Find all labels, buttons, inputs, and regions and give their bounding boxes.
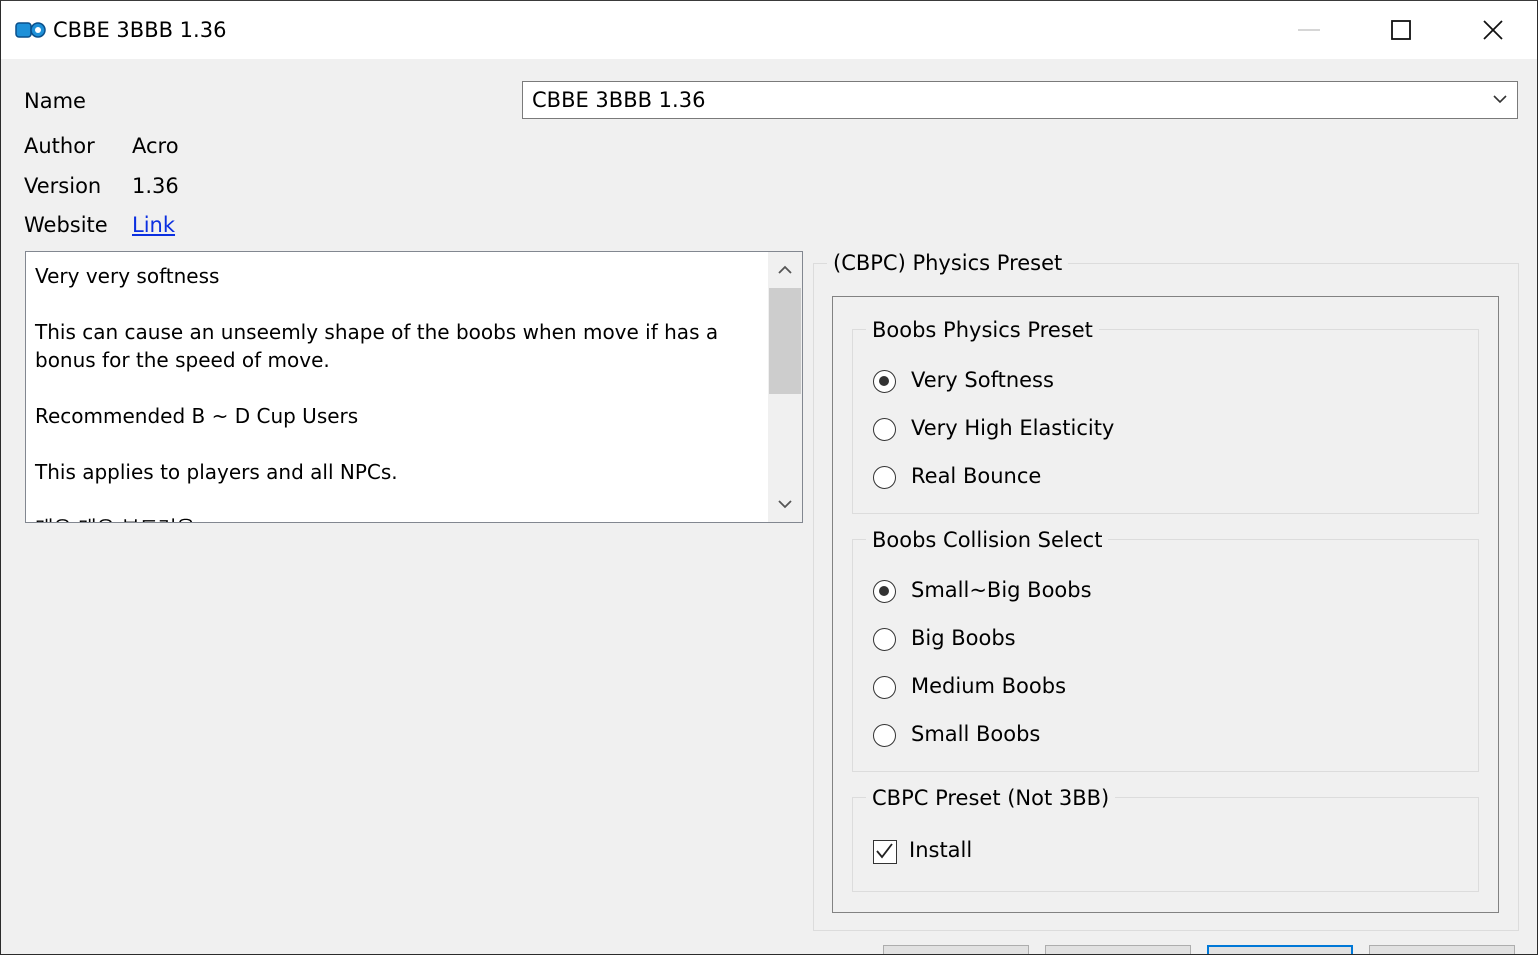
name-select[interactable]: CBBE 3BBB 1.36 — [522, 81, 1518, 119]
radio-very-high-elasticity[interactable]: Very High Elasticity — [873, 416, 1173, 448]
author-value: Acro — [132, 134, 179, 158]
radio-label: Small~Big Boobs — [911, 578, 1092, 602]
radio-label: Medium Boobs — [911, 674, 1067, 698]
boobs-collision-title: Boobs Collision Select — [866, 528, 1109, 552]
radio-button[interactable] — [873, 676, 896, 699]
radio-medium-boobs[interactable]: Medium Boobs — [873, 674, 1173, 706]
version-label: Version — [24, 174, 102, 198]
close-button[interactable] — [1447, 1, 1537, 59]
radio-label: Small Boobs — [911, 722, 1041, 746]
version-value: 1.36 — [132, 174, 179, 198]
scroll-thumb[interactable] — [769, 288, 801, 394]
radio-button[interactable] — [873, 466, 896, 489]
description-scrollbar[interactable] — [768, 252, 802, 522]
installer-window: CBBE 3BBB 1.36 Name CBBE 3BBB 1.36 Autho… — [0, 0, 1538, 955]
radio-small-boobs[interactable]: Small Boobs — [873, 722, 1173, 754]
title-bar[interactable]: CBBE 3BBB 1.36 — [1, 1, 1537, 59]
chevron-down-icon — [1493, 95, 1507, 104]
window-title: CBBE 3BBB 1.36 — [53, 18, 227, 42]
radio-label: Very High Elasticity — [911, 416, 1115, 440]
scroll-down-button[interactable] — [768, 488, 802, 522]
maximize-icon — [1391, 20, 1411, 40]
radio-label: Real Bounce — [911, 464, 1042, 488]
maximize-button[interactable] — [1355, 1, 1447, 59]
name-select-value: CBBE 3BBB 1.36 — [532, 88, 706, 112]
author-label: Author — [24, 134, 95, 158]
description-textbox[interactable]: Very very softness This can cause an uns… — [25, 251, 803, 523]
install-checkbox-row[interactable]: Install — [873, 838, 1073, 870]
minimize-icon — [1298, 29, 1320, 31]
physics-preset-title: (CBPC) Physics Preset — [827, 251, 1069, 275]
install-checkbox[interactable] — [873, 840, 897, 864]
scroll-up-button[interactable] — [768, 252, 802, 286]
radio-big-boobs[interactable]: Big Boobs — [873, 626, 1173, 658]
radio-button[interactable] — [873, 628, 896, 651]
radio-very-softness[interactable]: Very Softness — [873, 368, 1173, 400]
radio-button[interactable] — [873, 724, 896, 747]
website-link[interactable]: Link — [132, 213, 175, 237]
boobs-physics-title: Boobs Physics Preset — [866, 318, 1099, 342]
chevron-up-icon — [778, 265, 792, 274]
close-icon — [1483, 20, 1503, 40]
radio-button-selected[interactable] — [873, 370, 896, 393]
description-text: Very very softness This can cause an uns… — [35, 264, 719, 522]
radio-real-bounce[interactable]: Real Bounce — [873, 464, 1173, 496]
cbpc-preset-title: CBPC Preset (Not 3BB) — [866, 786, 1116, 810]
radio-button-selected[interactable] — [873, 580, 896, 603]
radio-label: Very Softness — [911, 368, 1054, 392]
name-label: Name — [24, 89, 86, 113]
website-label: Website — [24, 213, 108, 237]
install-label: Install — [909, 838, 973, 862]
checkmark-icon — [876, 843, 893, 859]
radio-label: Big Boobs — [911, 626, 1016, 650]
radio-button[interactable] — [873, 418, 896, 441]
minimize-button[interactable] — [1263, 1, 1355, 59]
mod-organizer-icon — [15, 22, 46, 38]
radio-small-big-boobs[interactable]: Small~Big Boobs — [873, 578, 1173, 610]
chevron-down-icon — [778, 500, 792, 509]
